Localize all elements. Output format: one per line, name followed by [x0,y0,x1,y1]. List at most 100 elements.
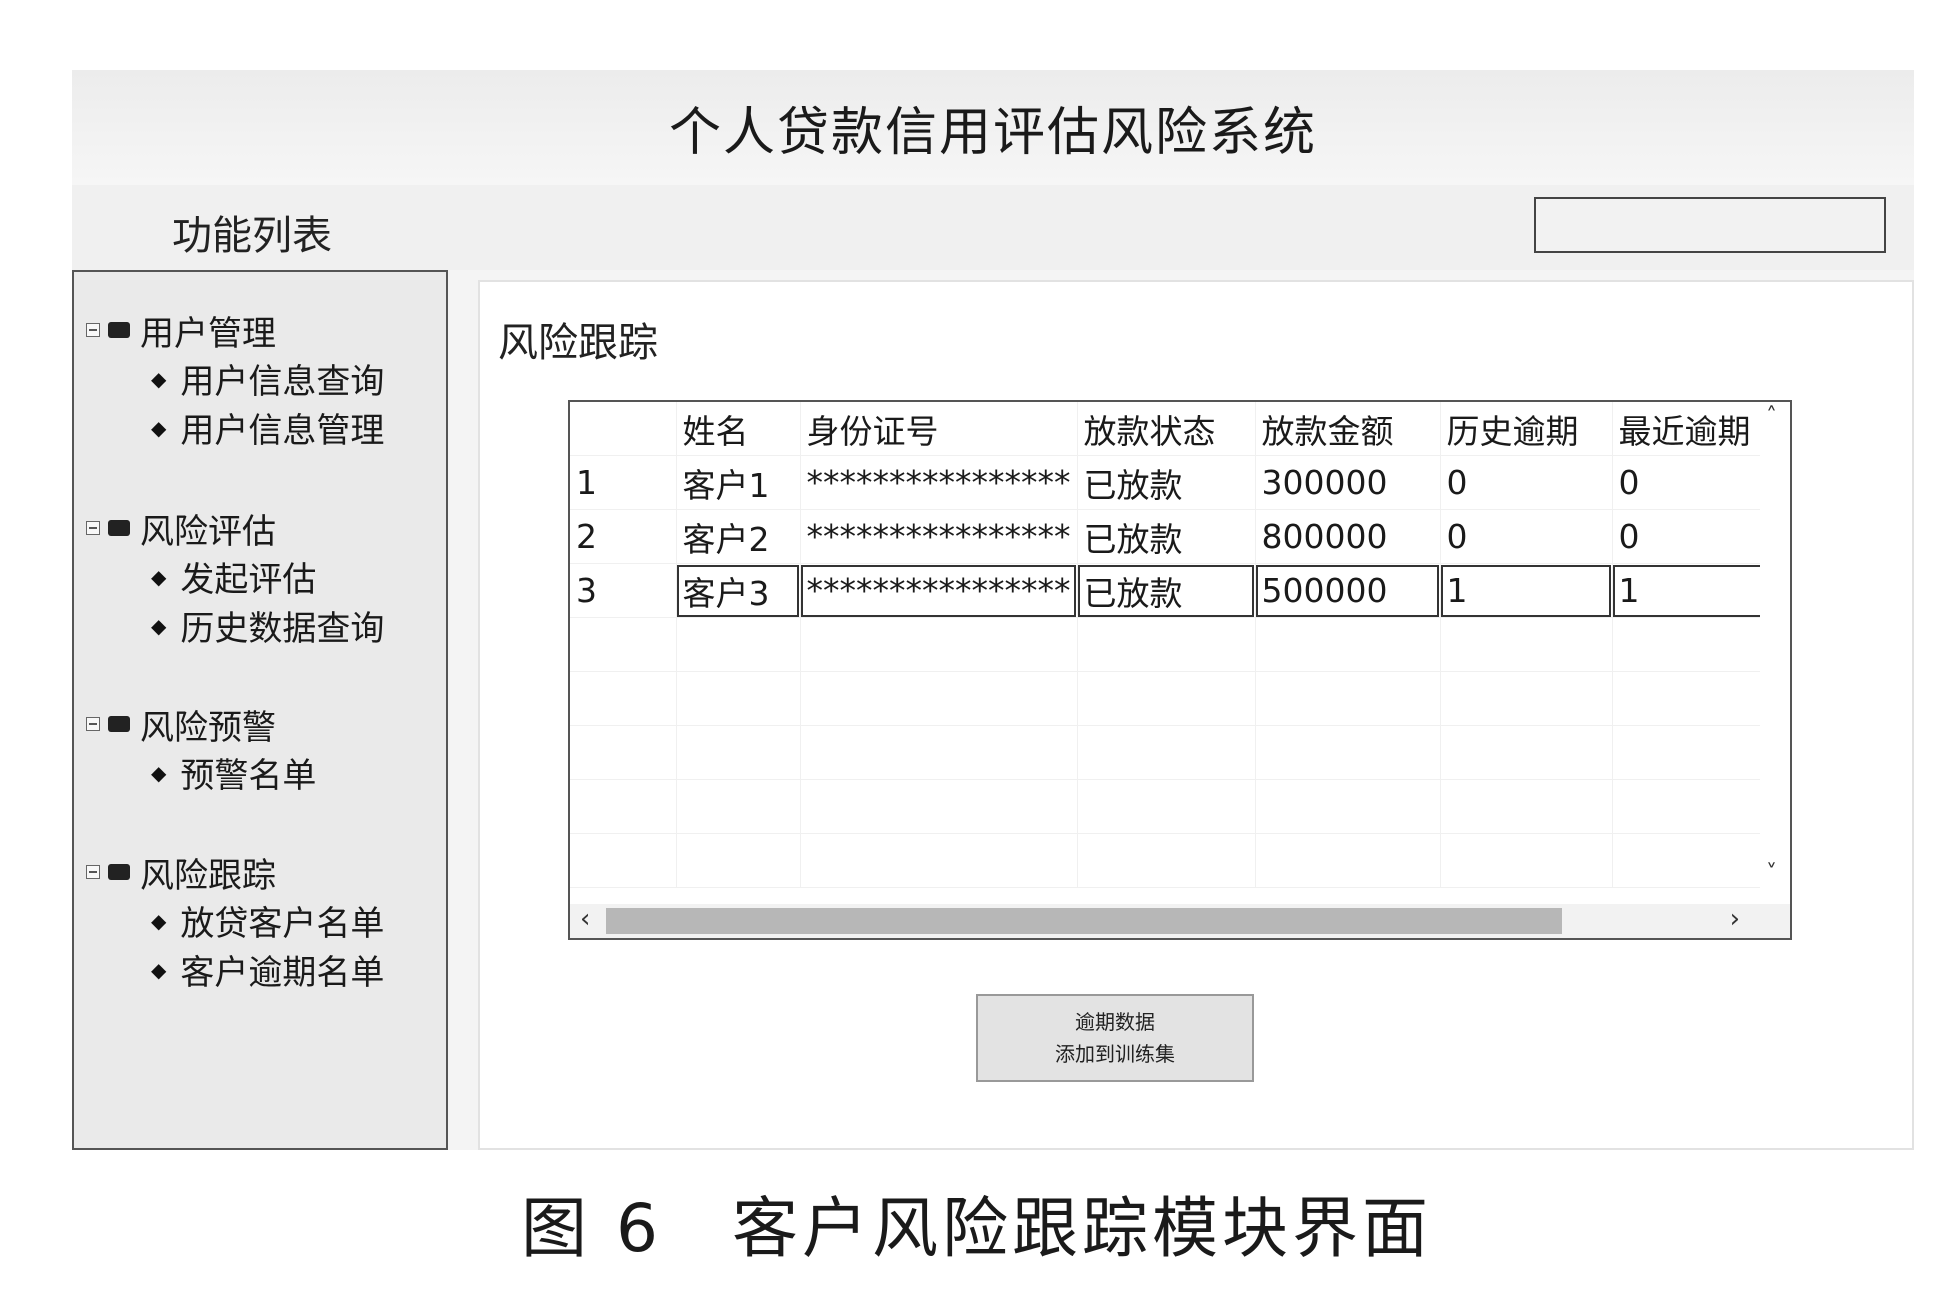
diamond-bullet-icon: ◆ [151,564,167,589]
tree-group-head[interactable]: 风险评估 [86,504,384,552]
column-header-loan-amount[interactable]: 放款金额 [1255,402,1441,456]
cell-recent-overdue[interactable]: 1 [1612,563,1775,618]
diamond-bullet-icon: ◆ [151,415,167,440]
cell-id-number[interactable]: **************** [800,455,1078,510]
function-list-label: 功能列表 [172,213,332,259]
cell-history-overdue[interactable]: 0 [1440,455,1613,510]
tree-group-head[interactable]: 风险预警 [86,700,316,748]
cell-name[interactable]: 客户3 [676,563,801,618]
folder-icon [108,716,130,732]
cell-name[interactable]: 客户2 [676,509,801,564]
tree-group-label: 风险跟踪 [140,855,276,896]
main-panel: 风险跟踪 姓名 身份证号 放款状态 放款金额 历史逾期 最近逾期 1 客户1 *… [478,280,1914,1150]
tree-group-head[interactable]: 风险跟踪 [86,848,384,896]
tree-item-label: 用户信息管理 [180,411,385,451]
tree-group-label: 用户管理 [140,313,276,354]
cell-recent-overdue[interactable]: 0 [1612,509,1775,564]
collapse-icon[interactable] [86,865,100,879]
data-table: 姓名 身份证号 放款状态 放款金额 历史逾期 最近逾期 1 客户1 ******… [570,402,1775,888]
empty-row [570,725,1775,780]
tree-item-user-info-manage[interactable]: ◆ 用户信息管理 [86,403,384,452]
cell-id-number[interactable]: **************** [800,563,1078,618]
cell-loan-amount[interactable]: 300000 [1255,455,1441,510]
diamond-bullet-icon: ◆ [151,908,167,933]
column-header-recent-overdue[interactable]: 最近逾期 [1612,402,1775,456]
tree-group-risk-warning: 风险预警 ◆ 预警名单 [86,700,316,797]
cell-history-overdue[interactable]: 1 [1440,563,1613,618]
add-overdue-to-training-set-button[interactable]: 逾期数据 添加到训练集 [976,994,1254,1082]
diamond-bullet-icon: ◆ [151,760,167,785]
folder-icon [108,520,130,536]
chevron-left-icon[interactable]: ‹ [580,904,590,934]
cell-loan-status[interactable]: 已放款 [1077,563,1256,618]
vertical-scrollbar[interactable]: ˄ ˅ [1760,402,1790,890]
column-header-history-overdue[interactable]: 历史逾期 [1440,402,1613,456]
figure-caption: 图 6 客户风险跟踪模块界面 [521,1190,1432,1267]
tree-item-label: 客户逾期名单 [180,953,385,993]
tree-group-risk-assessment: 风险评估 ◆ 发起评估 ◆ 历史数据查询 [86,504,384,650]
column-header-loan-status[interactable]: 放款状态 [1077,402,1256,456]
tree-item-warning-list[interactable]: ◆ 预警名单 [86,748,316,797]
cell-loan-amount[interactable]: 500000 [1255,563,1441,618]
chevron-up-icon[interactable]: ˄ [1766,404,1777,429]
tree-group-label: 风险评估 [140,511,276,552]
data-grid[interactable]: 姓名 身份证号 放款状态 放款金额 历史逾期 最近逾期 1 客户1 ******… [568,400,1792,940]
table-row-selected[interactable]: 3 客户3 **************** 已放款 500000 1 1 [570,563,1775,618]
tree-item-start-assessment[interactable]: ◆ 发起评估 [86,552,384,601]
empty-row [570,833,1775,888]
scrollbar-thumb[interactable] [606,908,1562,934]
tree-item-label: 用户信息查询 [180,362,385,402]
cell-loan-status[interactable]: 已放款 [1077,455,1256,510]
tree-item-label: 发起评估 [180,560,317,600]
tree-group-user-management: 用户管理 ◆ 用户信息查询 ◆ 用户信息管理 [86,306,384,452]
section-title: 风险跟踪 [498,320,658,366]
folder-icon [108,322,130,338]
header-input-box[interactable] [1534,197,1886,253]
column-header-name[interactable]: 姓名 [676,402,801,456]
folder-icon [108,864,130,880]
chevron-down-icon[interactable]: ˅ [1766,861,1777,886]
table-row[interactable]: 1 客户1 **************** 已放款 300000 0 0 [570,455,1775,510]
collapse-icon[interactable] [86,323,100,337]
diamond-bullet-icon: ◆ [151,366,167,391]
cell-id-number[interactable]: **************** [800,509,1078,564]
collapse-icon[interactable] [86,717,100,731]
title-bar: 个人贷款信用评估风险系统 [72,70,1914,185]
diamond-bullet-icon: ◆ [151,957,167,982]
tree-item-overdue-customer-list[interactable]: ◆ 客户逾期名单 [86,945,384,994]
tree-item-history-query[interactable]: ◆ 历史数据查询 [86,601,384,650]
row-index: 3 [570,563,677,618]
button-label-line1: 逾期数据 [1075,1010,1155,1034]
collapse-icon[interactable] [86,521,100,535]
tree-item-label: 放贷客户名单 [180,904,385,944]
subheader: 功能列表 [72,185,1914,270]
cell-recent-overdue[interactable]: 0 [1612,455,1775,510]
diamond-bullet-icon: ◆ [151,613,167,638]
tree-item-loan-customer-list[interactable]: ◆ 放贷客户名单 [86,896,384,945]
column-header-id-number[interactable]: 身份证号 [800,402,1078,456]
button-label-line2: 添加到训练集 [1055,1042,1175,1066]
row-index: 2 [570,509,677,564]
app-window: 个人贷款信用评估风险系统 功能列表 用户管理 ◆ 用户信息查询 ◆ 用户信息管理 [72,70,1914,1150]
row-index: 1 [570,455,677,510]
table-header-row: 姓名 身份证号 放款状态 放款金额 历史逾期 最近逾期 [570,402,1775,456]
cell-loan-amount[interactable]: 800000 [1255,509,1441,564]
cell-loan-status[interactable]: 已放款 [1077,509,1256,564]
tree-item-user-info-query[interactable]: ◆ 用户信息查询 [86,354,384,403]
empty-row [570,779,1775,834]
app-title: 个人贷款信用评估风险系统 [668,103,1317,163]
empty-row [570,617,1775,672]
tree-group-risk-tracking: 风险跟踪 ◆ 放贷客户名单 ◆ 客户逾期名单 [86,848,384,994]
cell-name[interactable]: 客户1 [676,455,801,510]
chevron-right-icon[interactable]: › [1730,904,1740,934]
cell-history-overdue[interactable]: 0 [1440,509,1613,564]
horizontal-scrollbar[interactable]: ‹ › [570,904,1790,938]
tree-item-label: 预警名单 [180,756,317,796]
column-header-index[interactable] [570,402,677,456]
empty-row [570,671,1775,726]
table-row[interactable]: 2 客户2 **************** 已放款 800000 0 0 [570,509,1775,564]
tree-group-label: 风险预警 [140,707,276,748]
tree-item-label: 历史数据查询 [180,609,385,649]
tree-group-head[interactable]: 用户管理 [86,306,384,354]
sidebar-tree: 用户管理 ◆ 用户信息查询 ◆ 用户信息管理 风险评估 ◆ 发起评估 ◆ 历史数… [72,270,448,1150]
